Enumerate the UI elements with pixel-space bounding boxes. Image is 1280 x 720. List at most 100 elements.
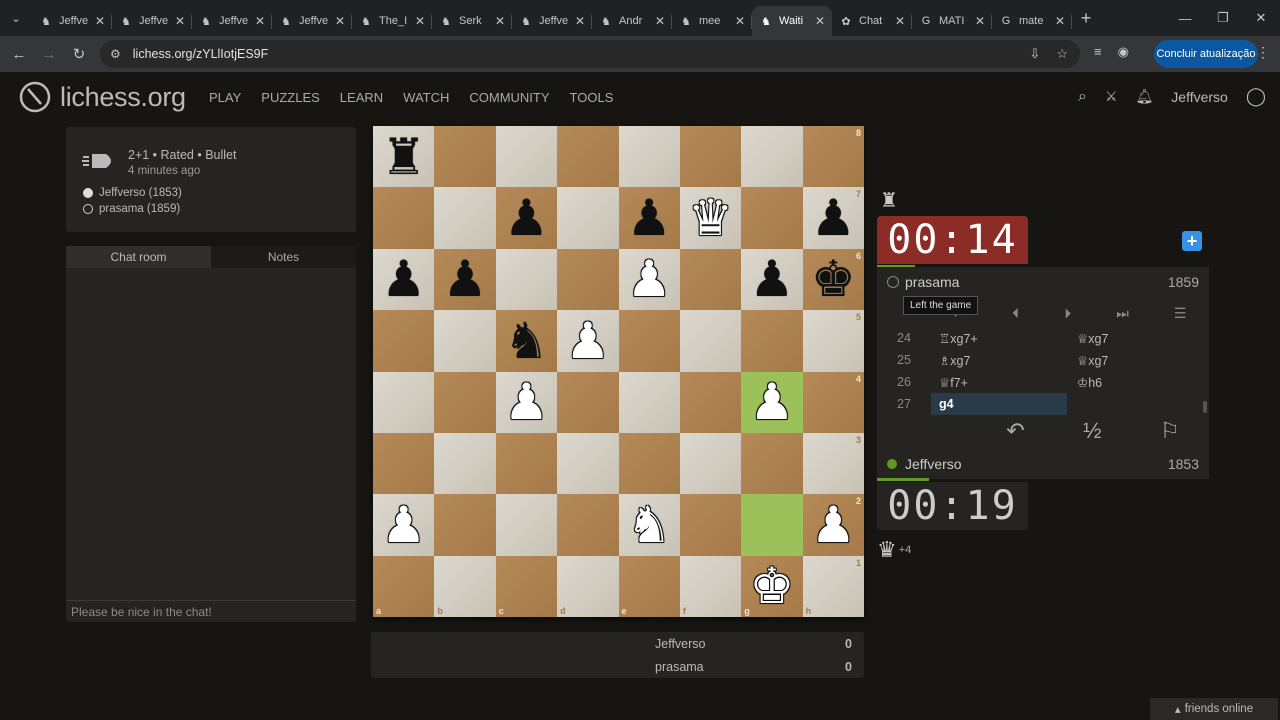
friends-online-button[interactable]: ▴ friends online xyxy=(1150,698,1278,720)
square-g7[interactable] xyxy=(741,187,803,249)
square-f4[interactable] xyxy=(679,371,742,433)
square-c8[interactable] xyxy=(495,126,558,188)
square-c6[interactable] xyxy=(495,248,558,311)
user-avatar-icon[interactable]: ◯ xyxy=(1246,86,1266,107)
close-window-icon[interactable]: ✕ xyxy=(1242,0,1280,36)
square-b6[interactable]: ♟ xyxy=(434,248,496,311)
install-app-icon[interactable]: ⇩ xyxy=(1029,46,1040,62)
square-b8[interactable] xyxy=(434,126,496,188)
square-f5[interactable] xyxy=(679,310,742,372)
tab-close-icon[interactable]: ✕ xyxy=(975,14,985,28)
black-move[interactable]: ♕xg7 xyxy=(1067,353,1203,368)
username-link[interactable]: Jeffverso xyxy=(1171,89,1228,105)
square-d5[interactable]: ♟ xyxy=(557,310,619,372)
nav-puzzles[interactable]: PUZZLES xyxy=(261,90,320,105)
square-g8[interactable] xyxy=(741,126,803,188)
black-move[interactable]: ♕xg7 xyxy=(1067,331,1203,346)
square-e1[interactable]: e xyxy=(618,555,680,617)
bell-icon[interactable]: 🔔︎ xyxy=(1136,88,1154,105)
browser-tab[interactable]: ♞ mee ✕ xyxy=(672,6,752,36)
square-e5[interactable] xyxy=(618,310,680,372)
square-d4[interactable] xyxy=(557,371,619,433)
white-pawn-icon[interactable]: ♟ xyxy=(504,377,549,427)
browser-tab[interactable]: Gmate ✕ xyxy=(992,6,1072,36)
square-h4[interactable]: 4 xyxy=(802,371,864,433)
square-f6[interactable] xyxy=(679,248,742,311)
square-g4[interactable]: ♟ xyxy=(741,371,803,433)
browser-tab[interactable]: ♞ Waiti ✕ xyxy=(752,6,832,36)
white-king-icon[interactable]: ♚ xyxy=(750,561,795,611)
tab-search-icon[interactable]: ⌄ xyxy=(0,0,32,36)
tab-close-icon[interactable]: ✕ xyxy=(575,14,585,28)
square-d7[interactable] xyxy=(557,187,619,249)
nav-community[interactable]: COMMUNITY xyxy=(469,90,549,105)
tab-close-icon[interactable]: ✕ xyxy=(815,14,825,28)
opponent-name[interactable]: prasama xyxy=(905,274,959,290)
square-h2[interactable]: ♟ 2 xyxy=(802,494,864,556)
square-c7[interactable]: ♟ xyxy=(495,187,558,249)
black-pawn-icon[interactable]: ♟ xyxy=(627,193,672,243)
white-move[interactable]: g4 xyxy=(931,393,1067,415)
square-d8[interactable] xyxy=(557,126,619,188)
nav-tools[interactable]: TOOLS xyxy=(570,90,614,105)
square-d1[interactable]: d xyxy=(557,555,619,617)
browser-tab[interactable]: ♞ The_I ✕ xyxy=(352,6,432,36)
browser-tab[interactable]: ♞ Serk ✕ xyxy=(432,6,512,36)
new-tab-button[interactable]: + xyxy=(1072,8,1100,29)
browser-tab[interactable]: ✿ Chat ✕ xyxy=(832,6,912,36)
square-h7[interactable]: ♟ 7 xyxy=(802,187,864,249)
browser-tab[interactable]: ♞ Jeffve ✕ xyxy=(112,6,192,36)
browser-tab[interactable]: ♞ Jeffve ✕ xyxy=(32,6,112,36)
white-move[interactable]: ♖xg7+ xyxy=(931,331,1067,346)
tab-chat-room[interactable]: Chat room xyxy=(66,246,211,268)
square-b4[interactable] xyxy=(434,371,496,433)
move-list-scrollbar[interactable] xyxy=(1203,401,1207,413)
tab-close-icon[interactable]: ✕ xyxy=(175,14,185,28)
square-b5[interactable] xyxy=(434,310,496,372)
score-player[interactable]: prasama xyxy=(655,660,704,674)
square-f7[interactable]: ♛ xyxy=(679,187,742,249)
square-e7[interactable]: ♟ xyxy=(618,187,680,249)
square-a8[interactable]: ♜ xyxy=(373,126,435,188)
add-time-button[interactable]: + xyxy=(1182,231,1202,251)
square-f1[interactable]: f xyxy=(679,555,742,617)
black-pawn-icon[interactable]: ♟ xyxy=(443,254,488,304)
profile-icon[interactable]: ◉ xyxy=(1118,44,1129,60)
white-player-link[interactable]: Jeffverso (1853) xyxy=(83,187,182,199)
white-move[interactable]: ♕f7+ xyxy=(931,375,1067,390)
nav-learn[interactable]: LEARN xyxy=(340,90,383,105)
square-c1[interactable]: c xyxy=(495,555,558,617)
square-f8[interactable] xyxy=(679,126,742,188)
square-c4[interactable]: ♟ xyxy=(495,371,558,433)
chess-board[interactable]: ♜ 8 ♟ ♟ ♛ ♟ 7 ♟ ♟ ♟ ♟ ♚ 6 ♞ ♟ 5 ♟ ♟ 4 3 ♟ ♞ ♟ 2 a b c d e f ♚ g 1 h xyxy=(373,126,864,617)
square-f3[interactable] xyxy=(679,432,742,495)
black-pawn-icon[interactable]: ♟ xyxy=(381,254,426,304)
square-d6[interactable] xyxy=(557,248,619,311)
black-player-link[interactable]: prasama (1859) xyxy=(83,203,180,215)
square-a5[interactable] xyxy=(373,310,435,372)
square-a2[interactable]: ♟ xyxy=(373,494,435,556)
nav-play[interactable]: PLAY xyxy=(209,90,241,105)
square-a4[interactable] xyxy=(373,371,435,433)
square-h3[interactable]: 3 xyxy=(802,432,864,495)
reload-icon[interactable]: ↻ xyxy=(64,45,94,63)
minimize-icon[interactable]: — xyxy=(1166,0,1204,36)
menu-icon[interactable]: ☰ xyxy=(1174,305,1187,322)
black-pawn-icon[interactable]: ♟ xyxy=(504,193,549,243)
square-d3[interactable] xyxy=(557,432,619,495)
square-e6[interactable]: ♟ xyxy=(618,248,680,311)
prev-move-icon[interactable]: ⏴ xyxy=(1012,305,1019,322)
black-pawn-icon[interactable]: ♟ xyxy=(811,193,856,243)
square-e3[interactable] xyxy=(618,432,680,495)
browser-tab[interactable]: G MATI ✕ xyxy=(912,6,992,36)
square-h8[interactable]: 8 xyxy=(802,126,864,188)
tab-close-icon[interactable]: ✕ xyxy=(95,14,105,28)
browser-tab[interactable]: ♞ Andr ✕ xyxy=(592,6,672,36)
square-d2[interactable] xyxy=(557,494,619,556)
black-knight-icon[interactable]: ♞ xyxy=(504,316,549,366)
address-bar[interactable]: ⚙ lichess.org/zYLlIotjES9F ⇩ ☆ xyxy=(100,40,1080,68)
square-g1[interactable]: ♚ g xyxy=(741,555,803,617)
draw-offer-button[interactable]: ½ xyxy=(1083,418,1101,444)
browser-tab[interactable]: ♞ Jeffve ✕ xyxy=(512,6,592,36)
black-rook-icon[interactable]: ♜ xyxy=(381,132,426,182)
